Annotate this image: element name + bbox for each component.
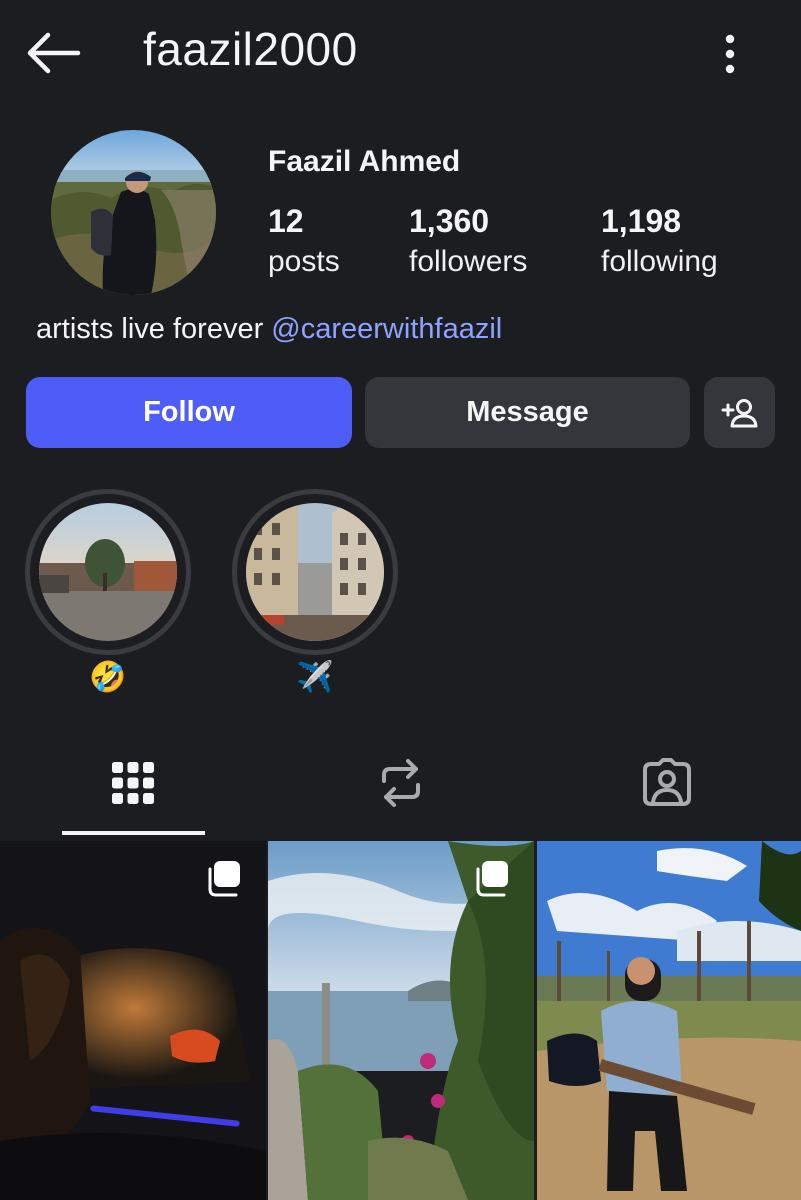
selected-tab-indicator (62, 831, 205, 835)
highlight-1-title: 🤣 (89, 661, 127, 694)
tagged-icon (643, 758, 691, 806)
story-highlight-1[interactable] (25, 489, 191, 655)
grid-post-1[interactable] (0, 841, 266, 1200)
highlight-1-photo (39, 503, 177, 641)
tab-posts-grid[interactable] (88, 748, 178, 818)
story-highlight-2[interactable] (232, 489, 398, 655)
grid-post-3[interactable] (537, 841, 801, 1200)
followers-count[interactable]: 1,360 followers (409, 203, 527, 285)
tab-tagged[interactable] (622, 748, 712, 818)
more-vertical-icon (725, 34, 735, 74)
posts-count-value: 12 (268, 203, 304, 239)
grid-icon (112, 762, 154, 804)
followers-count-value: 1,360 (409, 203, 490, 239)
message-button[interactable]: Message (365, 377, 690, 448)
carousel-indicator-icon (208, 861, 240, 897)
posts-count-label: posts (268, 245, 340, 278)
add-person-icon (721, 398, 757, 427)
highlight-2-photo (246, 503, 384, 641)
bio-threads-link[interactable]: @careerwithfaazil (271, 313, 502, 345)
highlight-2-title: ✈️ (296, 661, 334, 694)
carousel-indicator-icon (476, 861, 508, 897)
suggest-people-button[interactable] (704, 377, 775, 448)
following-count-value: 1,198 (601, 203, 682, 239)
following-count[interactable]: 1,198 following (601, 203, 718, 285)
followers-count-label: followers (409, 245, 528, 278)
profile-bio: artists live forever @careerwithfaazil (36, 313, 502, 346)
post-3-photo (537, 841, 801, 1200)
back-arrow-icon (27, 32, 81, 74)
follow-button[interactable]: Follow (26, 377, 352, 448)
repost-icon (382, 759, 420, 807)
bio-text: artists live forever (36, 313, 272, 345)
avatar-photo (51, 130, 216, 295)
profile-full-name: Faazil Ahmed (268, 145, 461, 178)
following-count-label: following (601, 245, 718, 278)
more-options-button[interactable] (708, 28, 752, 80)
profile-avatar[interactable] (51, 130, 216, 295)
profile-username: faazil2000 (143, 23, 358, 75)
posts-count: 12 posts (268, 203, 340, 285)
tab-reposts[interactable] (356, 748, 446, 818)
grid-post-2[interactable] (268, 841, 534, 1200)
back-button[interactable] (22, 26, 82, 82)
